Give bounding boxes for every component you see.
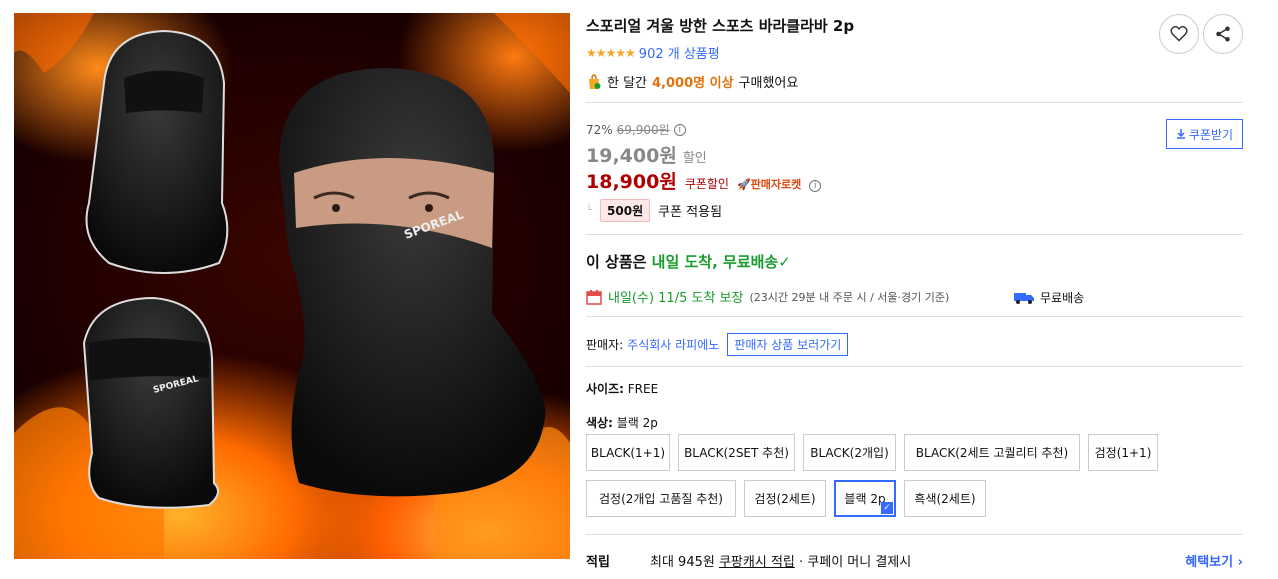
- seller-products-button[interactable]: 판매자 상품 보러가기: [727, 333, 849, 356]
- product-info-panel: 스포리얼 겨울 방한 스포츠 바라클라바 2p ★★★★★ 902 개 상품평 …: [586, 0, 1244, 579]
- delivery-eta-row: 내일(수) 11/5 도착 보장 (23시간 29분 내 주문 시 / 서울·경…: [586, 287, 949, 306]
- divider: [586, 366, 1243, 367]
- original-price: 69,900원: [616, 123, 670, 137]
- seller-rocket-badge: 🚀판매자로켓: [736, 178, 802, 191]
- product-image-illustration: SPOREAL SPOREAL: [14, 13, 570, 559]
- seller-name-link[interactable]: 주식회사 라피에노: [627, 336, 719, 353]
- balaclava-front-view: [85, 29, 229, 274]
- coupang-cash-link[interactable]: 쿠팡캐시 적립: [719, 551, 795, 570]
- calendar-icon: [586, 289, 602, 305]
- download-coupon-button[interactable]: 쿠폰받기: [1166, 119, 1243, 149]
- discount-row: 72% 69,900원 i: [586, 121, 686, 138]
- rating-row: ★★★★★ 902 개 상품평: [586, 43, 720, 63]
- check-icon: ✓: [881, 502, 893, 514]
- product-title: 스포리얼 겨울 방한 스포츠 바라클라바 2p: [586, 17, 855, 35]
- reward-row: 적립 최대 945원 쿠팡캐시 적립 · 쿠페이 머니 결제시 혜택보기 ›: [586, 551, 1243, 570]
- delivery-eta: 내일(수) 11/5 도착 보장: [608, 291, 744, 306]
- balaclava-side-view: SPOREAL: [82, 296, 219, 509]
- divider: [586, 102, 1243, 103]
- color-option-button[interactable]: BLACK(1+1): [586, 434, 670, 471]
- discount-rate: 72%: [586, 122, 613, 137]
- free-shipping: 무료배송: [1014, 289, 1084, 306]
- download-icon: [1176, 129, 1185, 139]
- coupon-price-row: 18,900원 쿠폰할인 🚀판매자로켓 i: [586, 167, 822, 194]
- view-benefits-link[interactable]: 혜택보기 ›: [1185, 551, 1243, 570]
- color-option-selected[interactable]: 블랙 2p ✓: [834, 480, 896, 517]
- model-wearing-balaclava: SPOREAL: [279, 68, 546, 497]
- share-icon: [1216, 26, 1230, 42]
- color-option-button[interactable]: 검정(2개입 고품질 추천): [586, 480, 736, 517]
- seller-row: 판매자: 주식회사 라피에노 판매자 상품 보러가기: [586, 333, 849, 356]
- coupon-amount-tag: 500원: [600, 199, 651, 222]
- divider: [586, 234, 1243, 235]
- size-option: 사이즈: FREE: [586, 382, 659, 396]
- shopping-bag-icon: [589, 73, 601, 89]
- share-button[interactable]: [1203, 14, 1243, 54]
- product-image: SPOREAL SPOREAL: [14, 13, 570, 559]
- color-option-button[interactable]: 검정(1+1): [1088, 434, 1158, 471]
- star-rating-icon: ★★★★★: [586, 45, 636, 60]
- heart-icon: [1170, 26, 1188, 42]
- color-option-button[interactable]: BLACK(2SET 추천): [678, 434, 795, 471]
- purchase-stat: 한 달간 4,000명 이상 구매했어요: [586, 72, 798, 91]
- sale-price-row: 19,400원 할인: [586, 141, 707, 168]
- info-icon[interactable]: i: [673, 123, 686, 136]
- info-icon[interactable]: i: [809, 180, 822, 192]
- truck-icon: [1014, 292, 1034, 304]
- divider: [586, 534, 1243, 535]
- delivery-headline: 이 상품은 내일 도착, 무료배송✓: [586, 253, 791, 271]
- divider: [586, 316, 1243, 317]
- color-option-button[interactable]: 흑색(2세트): [904, 480, 986, 517]
- coupon-price: 18,900원: [586, 171, 677, 193]
- wishlist-button[interactable]: [1159, 14, 1199, 54]
- sale-price: 19,400원: [586, 145, 677, 167]
- coupon-applied-row: └ 500원 쿠폰 적용됨: [586, 199, 722, 222]
- color-option-button[interactable]: BLACK(2개입): [803, 434, 896, 471]
- color-option: 색상: 블랙 2p: [586, 416, 658, 430]
- color-option-button[interactable]: 검정(2세트): [744, 480, 826, 517]
- corner-icon: └: [586, 205, 593, 216]
- review-count-link[interactable]: 902 개 상품평: [639, 43, 720, 62]
- color-option-button[interactable]: BLACK(2세트 고퀄리티 추천): [904, 434, 1080, 471]
